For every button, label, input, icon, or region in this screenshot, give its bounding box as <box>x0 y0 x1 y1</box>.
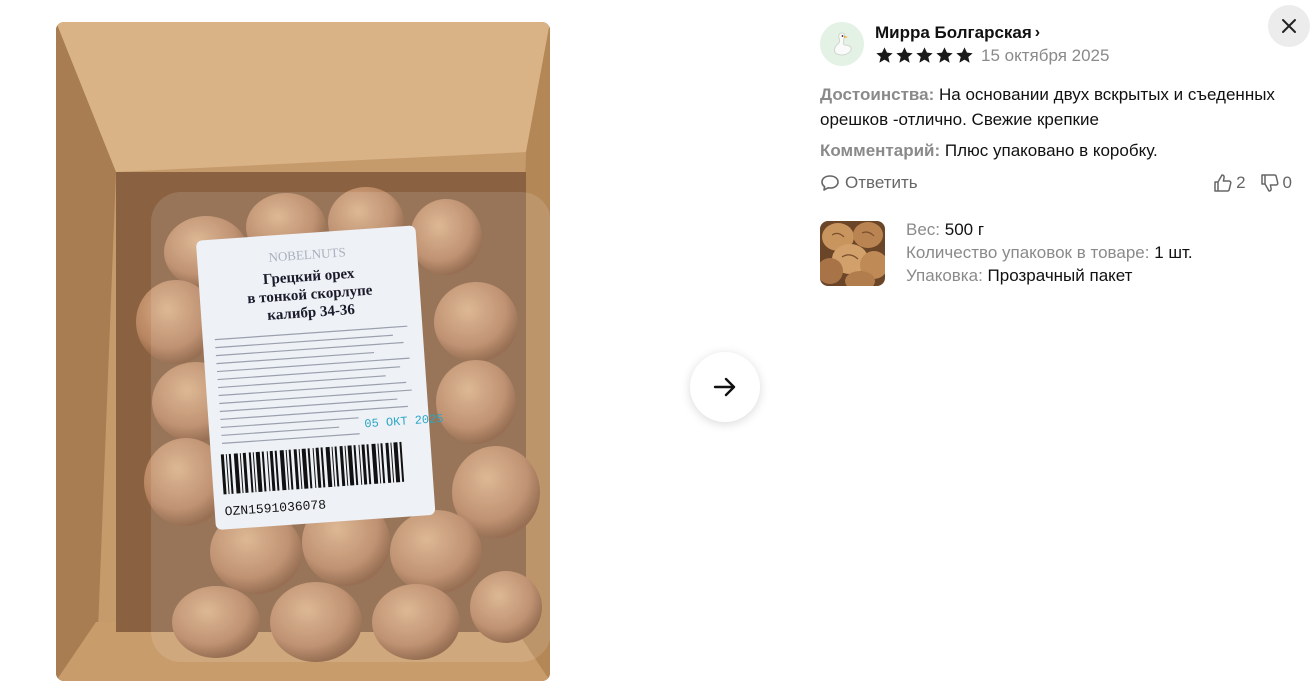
product-specs: Вес: 500 г Количество упаковок в товаре:… <box>906 218 1193 287</box>
spec-package-label: Упаковка: <box>906 266 983 285</box>
avatar[interactable] <box>820 22 864 66</box>
walnut-image <box>820 221 885 286</box>
star-icon <box>876 47 893 63</box>
comment-label: Комментарий: <box>820 141 941 160</box>
advantages-field: Достоинства: На основании двух вскрытых … <box>820 82 1300 132</box>
chat-bubble-icon <box>821 175 839 191</box>
spec-weight-label: Вес: <box>906 220 941 239</box>
star-icon <box>896 47 913 63</box>
author-name-link[interactable]: Мирра Болгарская › <box>875 23 1109 43</box>
comment-field: Комментарий: Плюс упаковано в коробку. <box>820 138 1300 163</box>
star-icon <box>916 47 933 63</box>
spec-quantity-label: Количество упаковок в товаре: <box>906 243 1150 262</box>
spec-package: Упаковка: Прозрачный пакет <box>906 264 1193 287</box>
like-button[interactable]: 2 <box>1213 173 1246 193</box>
reply-button[interactable]: Ответить <box>820 173 918 193</box>
star-icon <box>956 47 973 63</box>
reply-label: Ответить <box>845 173 918 192</box>
star-icon <box>936 47 953 63</box>
author-name: Мирра Болгарская <box>875 22 1032 42</box>
spec-weight: Вес: 500 г <box>906 218 1193 241</box>
author-row: Мирра Болгарская › 15 октября 2025 <box>820 22 1300 66</box>
votes: 2 0 <box>1213 173 1292 193</box>
spec-weight-value: 500 г <box>944 220 985 239</box>
review-actions: Ответить 2 0 <box>820 173 1292 193</box>
like-count: 2 <box>1236 173 1246 192</box>
arrow-right-icon <box>713 377 736 397</box>
review-photo[interactable]: NOBELNUTS Грецкий орех в тонкой скорлупе… <box>56 22 550 681</box>
product-info: Вес: 500 г Количество упаковок в товаре:… <box>820 218 1300 287</box>
spec-quantity: Количество упаковок в товаре: 1 шт. <box>906 241 1193 264</box>
thumb-down-icon <box>1260 174 1279 192</box>
dislike-button[interactable]: 0 <box>1260 173 1292 193</box>
review-date: 15 октября 2025 <box>981 45 1110 65</box>
chevron-right-icon: › <box>1034 23 1041 41</box>
next-photo-button[interactable] <box>690 352 760 422</box>
goose-icon <box>834 32 852 56</box>
dislike-count: 0 <box>1282 173 1292 192</box>
spec-quantity-value: 1 шт. <box>1154 243 1193 262</box>
review-panel: Мирра Болгарская › 15 октября 2025 Досто… <box>820 22 1300 287</box>
advantages-label: Достоинства: <box>820 85 935 104</box>
photo-image: NOBELNUTS Грецкий орех в тонкой скорлупе… <box>56 22 550 681</box>
spec-package-value: Прозрачный пакет <box>987 266 1133 285</box>
comment-text: Плюс упаковано в коробку. <box>944 141 1158 160</box>
product-thumbnail[interactable] <box>820 221 885 286</box>
rating-row: 15 октября 2025 <box>875 46 1109 66</box>
thumb-up-icon <box>1214 174 1232 192</box>
